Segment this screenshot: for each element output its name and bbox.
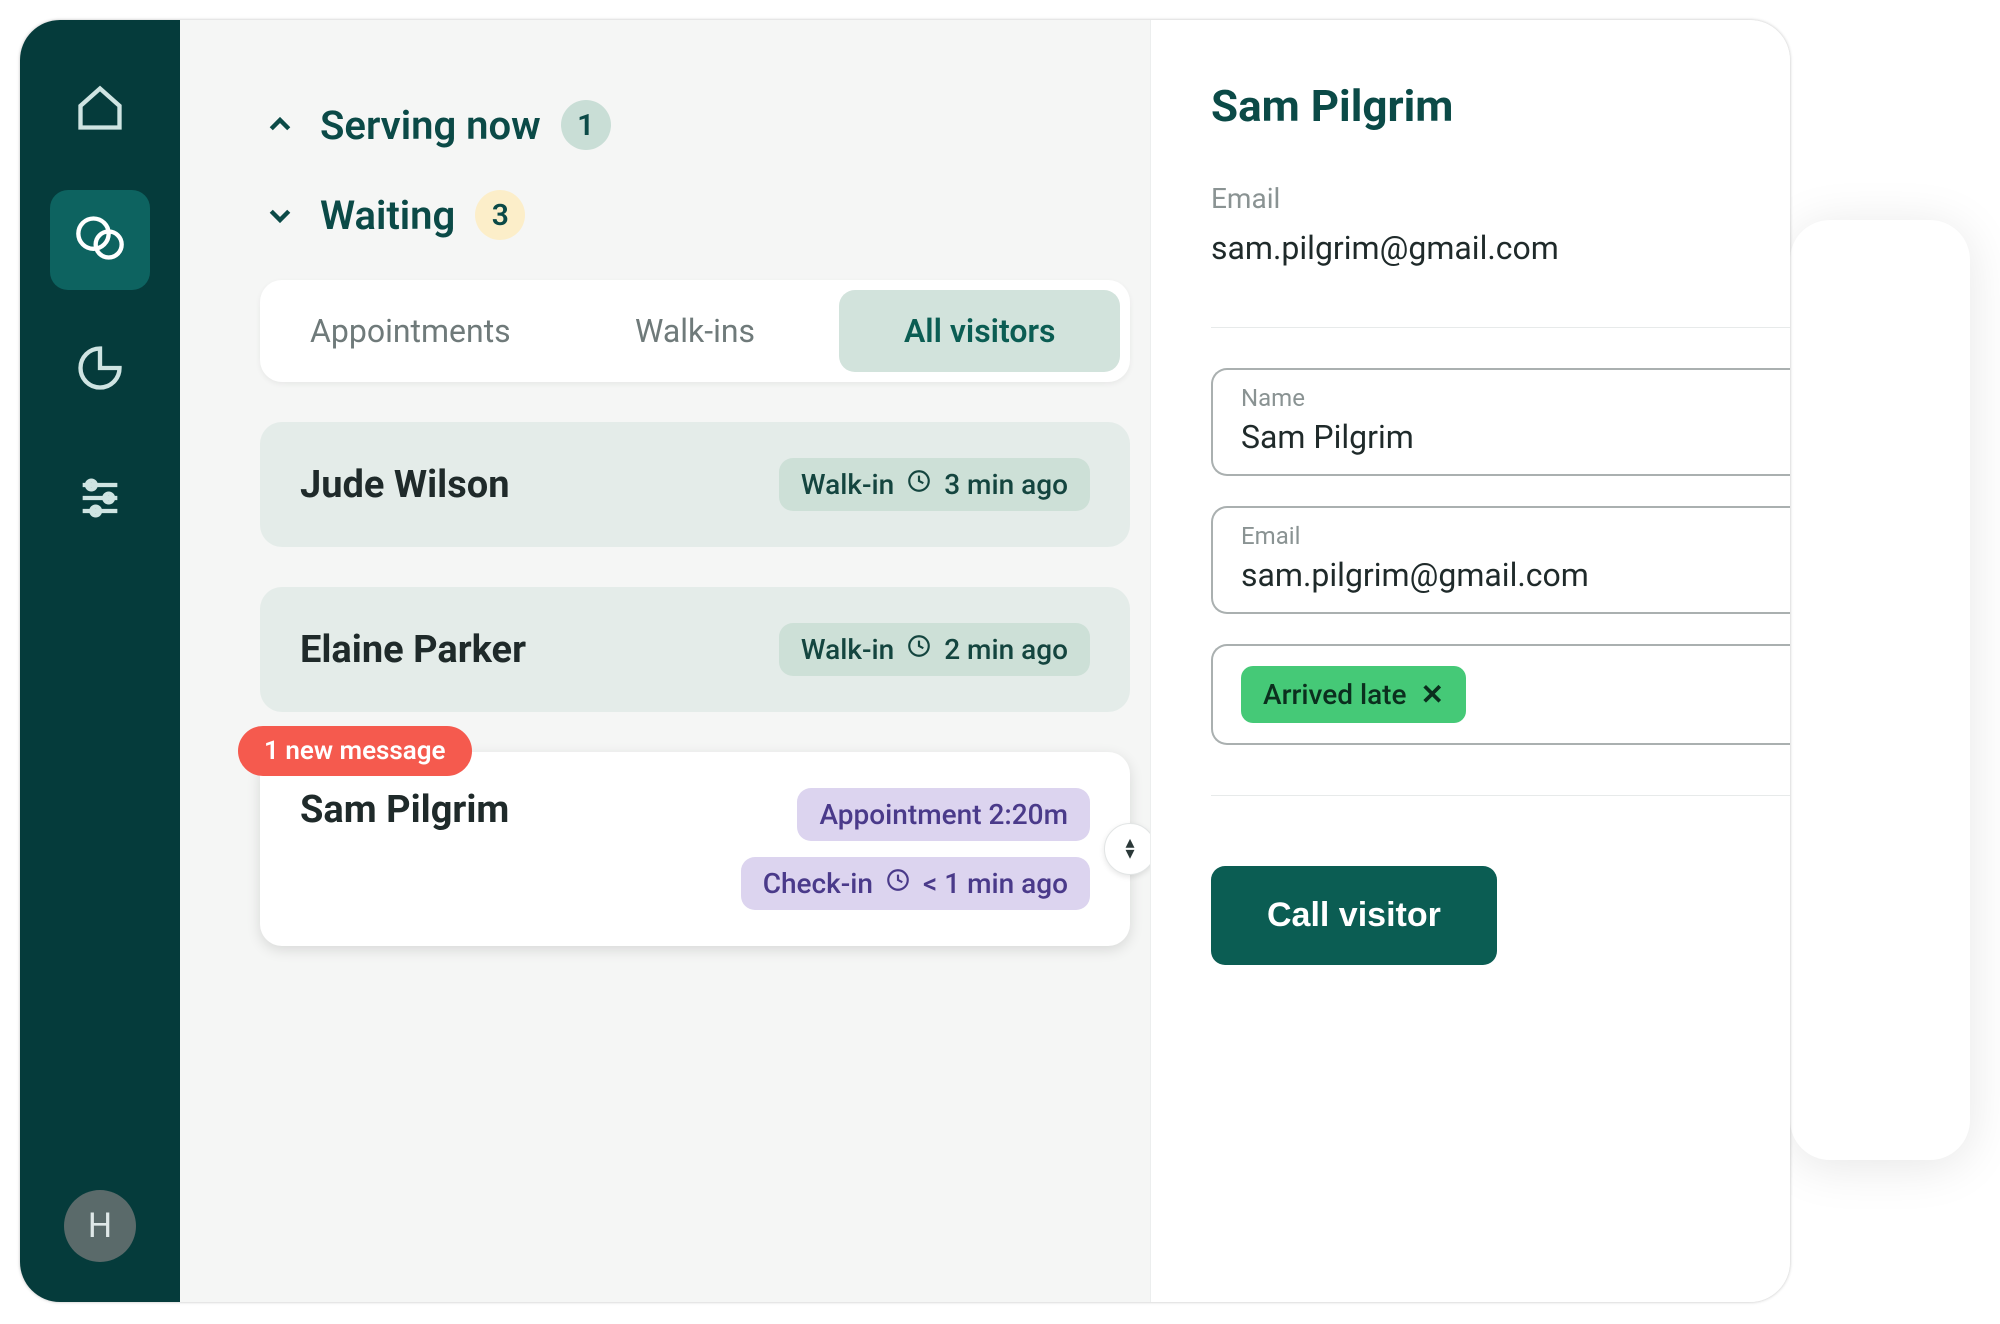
user-avatar[interactable]: H	[64, 1190, 136, 1262]
visitor-card-selected[interactable]: 1 new message Sam Pilgrim Appointment 2:…	[260, 752, 1130, 946]
chevron-down-icon: ▾	[1125, 849, 1134, 860]
tab-appointments[interactable]: Appointments	[270, 290, 551, 372]
section-serving-now[interactable]: Serving now 1	[260, 100, 1090, 150]
email-input-label: Email	[1241, 522, 1762, 550]
tab-walkins[interactable]: Walk-ins	[555, 290, 836, 372]
reorder-handle[interactable]: ▴ ▾	[1104, 823, 1150, 875]
clock-icon	[906, 468, 932, 501]
home-icon	[74, 82, 126, 138]
call-visitor-button[interactable]: Call visitor	[1211, 866, 1497, 965]
appointment-chip: Appointment 2:20m	[797, 788, 1090, 841]
chevron-up-icon	[260, 105, 300, 145]
visitor-status-chip: Walk-in 2 min ago	[779, 623, 1090, 676]
nav-settings[interactable]	[50, 450, 150, 550]
email-input[interactable]: Email sam.pilgrim@gmail.com	[1211, 506, 1790, 614]
pie-chart-icon	[74, 342, 126, 398]
email-input-value: sam.pilgrim@gmail.com	[1241, 556, 1762, 594]
visitor-status-chip: Walk-in 3 min ago	[779, 458, 1090, 511]
section-waiting[interactable]: Waiting 3	[260, 190, 1090, 240]
name-input[interactable]: Name Sam Pilgrim	[1211, 368, 1790, 476]
divider	[1211, 795, 1790, 796]
nav-home[interactable]	[50, 60, 150, 160]
name-input-label: Name	[1241, 384, 1762, 412]
visitor-detail-panel: Sam Pilgrim Email sam.pilgrim@gmail.com …	[1150, 20, 1790, 1302]
tag-label: Arrived late	[1263, 678, 1407, 711]
visitor-name: Sam Pilgrim	[300, 788, 509, 832]
visitor-filter-tabs: Appointments Walk-ins All visitors	[260, 280, 1130, 382]
email-label: Email	[1211, 182, 1790, 215]
chat-icon	[74, 212, 126, 268]
clock-icon	[906, 633, 932, 666]
checkin-chip: Check-in < 1 min ago	[741, 857, 1090, 910]
clock-icon	[885, 867, 911, 900]
section-serving-label: Serving now	[320, 102, 541, 149]
email-value: sam.pilgrim@gmail.com	[1211, 229, 1790, 267]
nav-reports[interactable]	[50, 320, 150, 420]
visitor-card[interactable]: Jude Wilson Walk-in 3 min ago	[260, 422, 1130, 547]
visitor-card[interactable]: Elaine Parker Walk-in 2 min ago	[260, 587, 1130, 712]
chip-type: Walk-in	[801, 633, 894, 666]
tab-all-visitors[interactable]: All visitors	[839, 290, 1120, 372]
queue-panel: Serving now 1 Waiting 3 Appointments Wal…	[180, 20, 1150, 1302]
chevron-down-icon	[260, 195, 300, 235]
sidebar: H	[20, 20, 180, 1302]
chip-time: 3 min ago	[944, 468, 1068, 501]
nav-queue[interactable]	[50, 190, 150, 290]
visitor-name: Jude Wilson	[300, 463, 510, 507]
sliders-icon	[74, 472, 126, 528]
chip-label: Check-in	[763, 867, 873, 900]
status-tag: Arrived late ✕	[1241, 666, 1466, 723]
detail-title: Sam Pilgrim	[1211, 80, 1790, 132]
chip-type: Walk-in	[801, 468, 894, 501]
chip-time: 2 min ago	[944, 633, 1068, 666]
tags-input[interactable]: Arrived late ✕	[1211, 644, 1790, 745]
remove-tag-icon[interactable]: ✕	[1421, 678, 1444, 711]
chip-time: < 1 min ago	[923, 867, 1068, 900]
new-message-badge: 1 new message	[238, 726, 472, 776]
divider	[1211, 327, 1790, 328]
serving-count-badge: 1	[561, 100, 611, 150]
name-input-value: Sam Pilgrim	[1241, 418, 1762, 456]
section-waiting-label: Waiting	[320, 192, 455, 239]
visitor-name: Elaine Parker	[300, 628, 526, 672]
waiting-count-badge: 3	[475, 190, 525, 240]
app-frame: H Serving now 1 Waiting 3 Appointments W…	[20, 20, 1790, 1302]
background-float-panel	[1790, 220, 1970, 1160]
avatar-initial: H	[88, 1206, 112, 1246]
